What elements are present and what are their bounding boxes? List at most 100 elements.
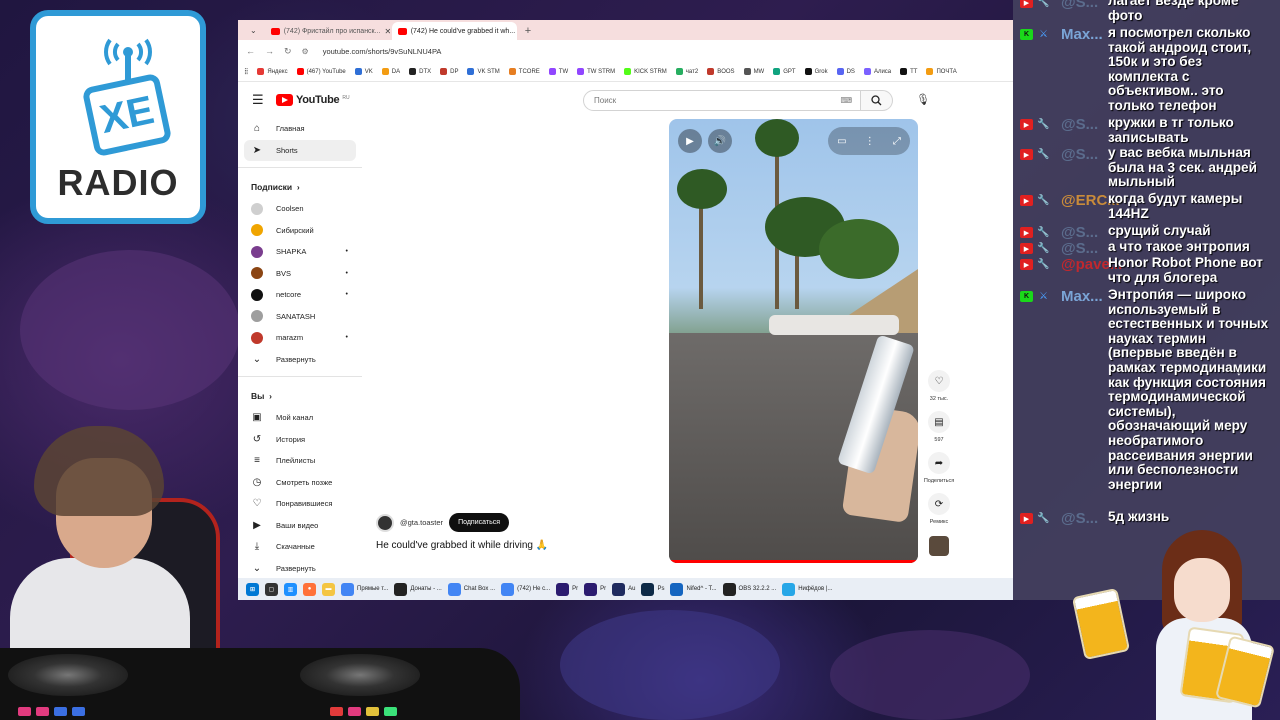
bookmark-item[interactable]: TW [548,68,568,75]
scroll-down-icon[interactable]: ↓ [1236,364,1242,378]
chat-message-text: Honor Robot Phone вот что для блогера [1108,255,1263,285]
back-icon[interactable]: ← [246,46,255,56]
bookmark-item[interactable]: MW [743,68,764,75]
like-icon[interactable]: ♡ [928,370,950,392]
sidebar-item-history[interactable]: ↺ История [244,429,356,451]
bookmark-item[interactable]: Grok [804,68,828,75]
taskbar-item[interactable]: Au [612,582,635,596]
taskbar-item[interactable]: Pr [556,582,578,596]
bookmark-item[interactable]: TCORE [508,68,540,75]
microphone-icon[interactable]: 🎙 [916,93,930,106]
subscription-item[interactable]: SHAPKA • [244,241,356,263]
taskbar-item[interactable]: Nifed^ - T... [670,582,717,596]
reload-icon[interactable]: ↻ [284,46,292,57]
short-video-player[interactable]: ▶ 🔊 ▭ ⋮ ⤢ [669,119,918,563]
apps-grid-icon[interactable]: ⣿ [244,68,248,75]
task-view-icon[interactable]: ▢ [265,582,278,596]
subscription-item[interactable]: SANATASH [244,306,356,328]
subscription-label: Coolsen [276,204,304,214]
bookmark-item[interactable]: VK [354,68,373,75]
menu-icon[interactable]: ☰ [252,92,272,108]
bookmark-item[interactable]: DA [381,68,400,75]
taskbar-item[interactable]: (742) Не с... [501,582,550,596]
search-button[interactable] [861,90,893,111]
share-icon[interactable]: ➦ [928,452,950,474]
taskbar-item[interactable]: Нифёдов |... [782,582,832,596]
chat-username[interactable]: @S... [1061,510,1098,527]
chat-username[interactable]: @S... [1061,240,1098,257]
remix-icon[interactable]: ⟳ [928,493,950,515]
taskbar-item[interactable]: Pr [584,582,606,596]
captions-icon[interactable]: ▭ [837,136,846,147]
bookmark-item[interactable]: BOOS [707,68,735,75]
url-field[interactable]: youtube.com/shorts/9vSuNLNU4PA [323,47,442,56]
bookmark-item[interactable]: KICK STRM [624,68,667,75]
subscription-item[interactable]: Coolsen [244,198,356,220]
channel-name[interactable]: @gta.toaster [400,518,443,527]
chat-username[interactable]: @S... [1061,0,1098,11]
you-header[interactable]: Вы › [238,385,362,407]
sidebar-item-главная[interactable]: ⌂ Главная [244,118,356,140]
snap-icon[interactable]: ▥ [284,582,297,596]
forward-icon[interactable]: → [265,46,274,56]
volume-icon[interactable]: 🔊 [708,129,732,153]
sidebar-item-liked[interactable]: ♡ Понравившиеся [244,493,356,515]
keyboard-icon[interactable]: ⌨ [840,96,852,105]
sidebar-item-my-channel[interactable]: ▣ Мой канал [244,407,356,429]
bookmark-item[interactable]: VK STM [467,68,500,75]
bookmark-item[interactable]: Алиса [863,68,891,75]
bookmark-item[interactable]: DTX [409,68,431,75]
bookmark-item[interactable]: чат2 [675,68,698,75]
subscription-item[interactable]: BVS • [244,263,356,285]
folder-icon[interactable]: ▬ [322,582,335,596]
close-tab-icon[interactable]: ✕ [384,27,389,36]
subscriptions-header[interactable]: Подписки › [238,176,362,198]
youtube-logo[interactable]: YouTube RU [276,94,350,106]
bookmark-item[interactable]: TT [900,68,917,75]
new-tab-icon[interactable]: + [519,22,537,40]
bookmark-item[interactable]: ПОЧТА [926,68,957,75]
chat-username[interactable]: Max... [1061,288,1103,305]
chat-username[interactable]: @S... [1061,116,1098,133]
search-input[interactable]: Поиск ⌨ [583,90,861,111]
browser-tab[interactable]: (742) Фристайл про испанск... ✕ [265,22,390,40]
tab-list-icon[interactable]: ⌄ [244,22,263,40]
bookmark-item[interactable]: (467) YouTube [296,68,346,75]
sidebar-item-expand[interactable]: ⌄ Развернуть [244,558,356,580]
sidebar-item-watch-later[interactable]: ◷ Смотреть позже [244,472,356,494]
play-icon[interactable]: ▶ [678,129,702,153]
firefox-icon[interactable]: ● [303,582,316,596]
taskbar-item[interactable]: Ps [641,582,664,596]
subscription-item[interactable]: Сибирский [244,220,356,242]
taskbar-item[interactable]: OBS 32.2.2 ... [722,582,776,596]
video-progress-bar[interactable] [669,560,918,563]
bookmark-item[interactable]: GPT [773,68,796,75]
sidebar-item-downloads[interactable]: ⤓ Скачанные [244,536,356,558]
more-icon[interactable]: ⋮ [865,136,875,147]
taskbar-item[interactable]: Донаты - ... [394,582,442,596]
site-info-icon[interactable]: ⚙ [302,47,309,56]
taskbar-item[interactable]: Chat Box ... [447,582,495,596]
subscription-item[interactable]: netcore • [244,284,356,306]
short-title[interactable]: He could've grabbed it while driving 🙏 [376,540,548,551]
browser-tab-active[interactable]: (742) He could've grabbed it wh... ✕ [391,22,517,40]
start-menu-icon[interactable]: ⊞ [246,582,259,596]
bookmark-item[interactable]: TW STRM [577,68,615,75]
chat-username[interactable]: @S... [1061,146,1098,163]
fullscreen-icon[interactable]: ⤢ [893,136,901,147]
bookmark-item[interactable]: DS [836,68,855,75]
sidebar-item-shorts[interactable]: ➤ Shorts [244,139,356,161]
comments-icon[interactable]: ▤ [928,411,950,433]
subscription-item[interactable]: marazm • [244,327,356,349]
chat-username[interactable]: @S... [1061,224,1098,241]
bookmark-item[interactable]: DP [440,68,458,75]
subscribe-button[interactable]: Подписаться [449,513,510,532]
sidebar-item-playlists[interactable]: ≡ Плейлисты [244,450,356,472]
sidebar-item-your-videos[interactable]: ▶ Ваши видео [244,515,356,537]
taskbar-item[interactable]: Прямые т... [341,582,388,596]
sound-avatar[interactable] [929,536,949,556]
bookmark-item[interactable]: Яндекс [257,68,288,75]
channel-avatar[interactable] [376,513,394,532]
expand-subscriptions-button[interactable]: ⌄ Развернуть [244,349,356,371]
chat-username[interactable]: Max... [1061,26,1103,43]
